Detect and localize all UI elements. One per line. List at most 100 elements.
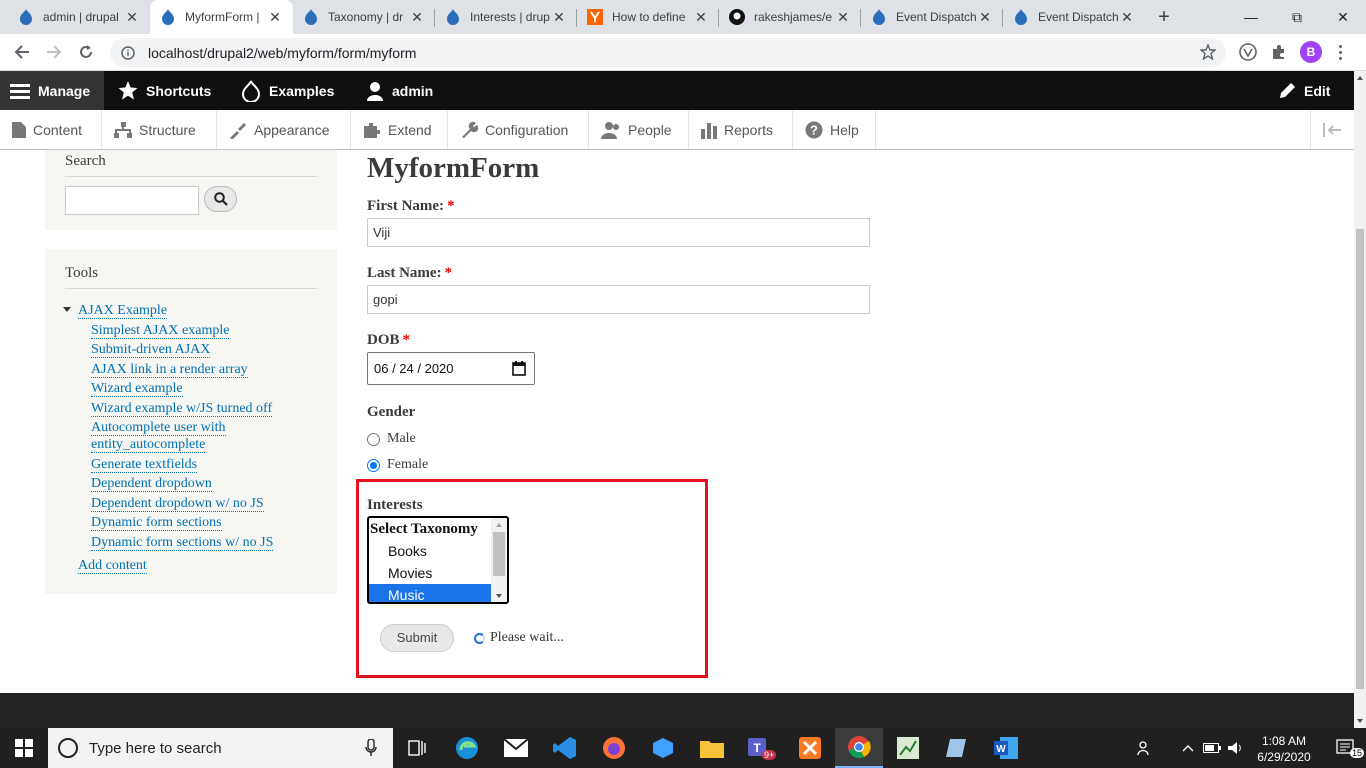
new-tab-button[interactable]: +	[1153, 6, 1175, 28]
start-button[interactable]	[0, 728, 48, 768]
close-icon[interactable]: ✕	[551, 9, 567, 26]
edge-browser-icon[interactable]	[443, 728, 491, 768]
menu-link[interactable]: Generate textfields	[91, 457, 198, 473]
browser-tab[interactable]: rakeshjames/e ✕	[719, 0, 861, 34]
volume-icon[interactable]	[1224, 728, 1248, 768]
action-center-button[interactable]: 15	[1326, 728, 1366, 768]
file-explorer-icon[interactable]	[688, 728, 736, 768]
scroll-up-arrow-icon[interactable]	[491, 520, 507, 530]
task-view-icon[interactable]	[393, 728, 441, 768]
listbox-scrollbar[interactable]	[491, 518, 507, 602]
close-icon[interactable]: ✕	[835, 9, 851, 26]
minimize-button[interactable]: —	[1228, 0, 1274, 34]
maximize-button[interactable]: ⧉	[1274, 0, 1320, 34]
close-window-button[interactable]: ✕	[1320, 0, 1366, 34]
interests-multiselect[interactable]: Select Taxonomy Books Movies Music	[367, 516, 509, 604]
gender-radio-male[interactable]: Male	[367, 431, 416, 447]
firefox-icon[interactable]	[590, 728, 638, 768]
browser-tab-active[interactable]: MyformForm | ✕	[150, 0, 293, 34]
scroll-down-arrow-icon[interactable]	[491, 591, 507, 601]
examples-menu[interactable]: Examples	[231, 71, 344, 110]
edit-toggle[interactable]: Edit	[1268, 71, 1340, 110]
back-button[interactable]	[10, 40, 34, 64]
scroll-down-arrow-icon[interactable]	[1354, 716, 1366, 726]
tray-item-reports[interactable]: Reports	[689, 110, 793, 149]
profile-avatar[interactable]: B	[1300, 41, 1322, 63]
close-icon[interactable]: ✕	[124, 9, 140, 26]
taskbar-search-box[interactable]: Type here to search	[48, 728, 393, 768]
notepad-app-icon[interactable]	[933, 728, 981, 768]
tray-item-extend[interactable]: Extend	[351, 110, 448, 149]
reload-button[interactable]	[74, 40, 98, 64]
menu-link[interactable]: Dynamic form sections	[91, 515, 222, 531]
spreadsheet-app-icon[interactable]	[884, 728, 932, 768]
visual-studio-code-icon[interactable]	[541, 728, 589, 768]
people-tray-icon[interactable]	[1130, 728, 1160, 768]
close-icon[interactable]: ✕	[977, 9, 993, 26]
last-name-field[interactable]: gopi	[367, 285, 870, 314]
menu-link[interactable]: Simplest AJAX example	[91, 323, 230, 339]
menu-link[interactable]: Autocomplete user with	[91, 420, 226, 436]
chrome-icon[interactable]	[835, 728, 883, 768]
word-icon[interactable]: W	[982, 728, 1030, 768]
radio-button[interactable]	[367, 432, 380, 446]
scrollbar-thumb[interactable]	[1356, 229, 1364, 689]
mail-icon[interactable]	[492, 728, 540, 768]
shortcuts-menu[interactable]: Shortcuts	[108, 71, 221, 110]
browser-tab[interactable]: How to define ✕	[577, 0, 719, 34]
browser-tab[interactable]: admin | drupal ✕	[8, 0, 150, 34]
browser-tab[interactable]: Interests | drup ✕	[435, 0, 577, 34]
menu-link[interactable]: Dependent dropdown	[91, 476, 212, 492]
tray-orientation-toggle[interactable]	[1310, 110, 1354, 149]
menu-link[interactable]: Submit-driven AJAX	[91, 342, 211, 358]
menu-link[interactable]: entity_autocomplete	[91, 437, 206, 453]
dob-date-field[interactable]: 06 / 24 / 2020	[367, 352, 535, 385]
tray-item-people[interactable]: People	[589, 110, 689, 149]
close-icon[interactable]: ✕	[409, 9, 425, 26]
close-icon[interactable]: ✕	[1119, 9, 1135, 26]
xampp-icon[interactable]	[786, 728, 834, 768]
app-box-icon[interactable]	[639, 728, 687, 768]
forward-button[interactable]	[42, 40, 66, 64]
browser-tab[interactable]: Event Dispatch ✕	[1003, 0, 1145, 34]
search-button[interactable]	[204, 186, 237, 212]
browser-tab[interactable]: Event Dispatch ✕	[861, 0, 1003, 34]
tray-item-configuration[interactable]: Configuration	[448, 110, 589, 149]
extensions-puzzle-icon[interactable]	[1268, 41, 1290, 63]
interest-option-selected[interactable]: Music	[369, 584, 491, 602]
page-scrollbar[interactable]	[1354, 71, 1366, 728]
manage-menu[interactable]: Manage	[0, 71, 104, 110]
first-name-field[interactable]: Viji	[367, 218, 870, 247]
tray-item-content[interactable]: Content	[0, 110, 102, 149]
tray-item-structure[interactable]: Structure	[102, 110, 217, 149]
user-menu[interactable]: admin	[356, 71, 443, 110]
battery-icon[interactable]	[1200, 728, 1224, 768]
menu-link[interactable]: Wizard example	[91, 381, 183, 397]
microphone-icon[interactable]	[365, 739, 377, 757]
scrollbar-thumb[interactable]	[493, 532, 505, 576]
info-icon[interactable]	[120, 45, 136, 61]
tray-item-help[interactable]: ? Help	[793, 110, 876, 149]
bookmark-star-icon[interactable]	[1199, 43, 1217, 63]
radio-button-checked[interactable]	[367, 458, 380, 472]
menu-kebab-icon[interactable]	[1332, 41, 1348, 63]
interest-option[interactable]: Books	[369, 540, 491, 562]
menu-link[interactable]: Wizard example w/JS turned off	[91, 401, 273, 417]
interest-option[interactable]: Movies	[369, 562, 491, 584]
scroll-up-arrow-icon[interactable]	[1354, 73, 1366, 83]
menu-link[interactable]: Dependent dropdown w/ no JS	[91, 496, 264, 512]
chevron-up-icon[interactable]	[1176, 728, 1200, 768]
menu-link[interactable]: AJAX link in a render array	[91, 362, 248, 378]
submit-button[interactable]: Submit	[380, 624, 454, 652]
menu-link-add-content[interactable]: Add content	[78, 558, 147, 574]
taskbar-clock[interactable]: 1:08 AM 6/29/2020	[1252, 733, 1316, 765]
search-input[interactable]	[65, 186, 199, 215]
gender-radio-female[interactable]: Female	[367, 457, 428, 473]
address-bar[interactable]: localhost/drupal2/web/myform/form/myform	[110, 38, 1226, 67]
tray-item-appearance[interactable]: Appearance	[217, 110, 351, 149]
close-icon[interactable]: ✕	[693, 9, 709, 26]
menu-link[interactable]: Dynamic form sections w/ no JS	[91, 535, 274, 551]
vivaldi-extension-icon[interactable]	[1237, 41, 1259, 63]
menu-link-ajax-example[interactable]: AJAX Example	[78, 303, 168, 319]
calendar-icon[interactable]	[512, 361, 526, 376]
